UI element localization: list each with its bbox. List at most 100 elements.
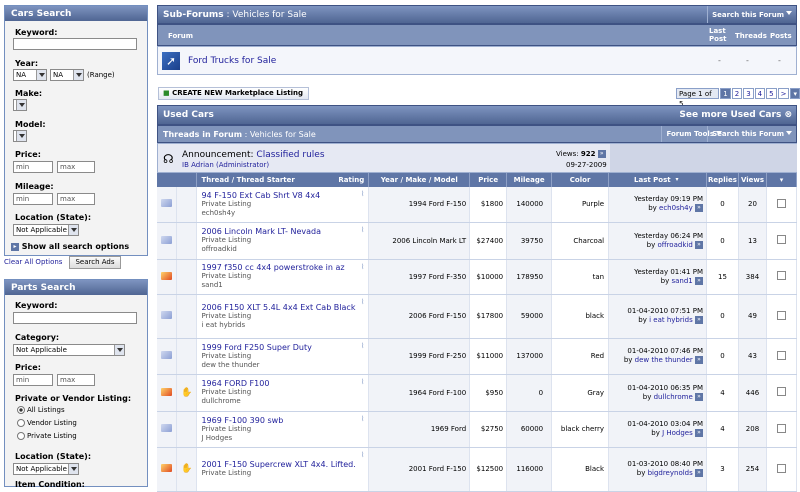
- price-max-input[interactable]: max: [57, 161, 95, 173]
- clear-all-options-link[interactable]: Clear All Options: [4, 258, 62, 266]
- go-last-post-icon[interactable]: »: [695, 469, 703, 477]
- last-post-author[interactable]: bigdreynolds: [648, 469, 693, 477]
- go-last-post-icon[interactable]: »: [695, 429, 703, 437]
- go-last-post-icon[interactable]: »: [695, 392, 703, 401]
- replies[interactable]: 4: [706, 411, 739, 448]
- page-next[interactable]: >: [777, 88, 790, 99]
- page-4[interactable]: 4: [754, 88, 766, 99]
- model-select[interactable]: [13, 130, 27, 142]
- col-color[interactable]: Color: [551, 173, 610, 187]
- go-icon[interactable]: »: [597, 150, 606, 158]
- thread-status-icon: [161, 235, 173, 244]
- col-replies[interactable]: Replies: [706, 173, 739, 187]
- row-checkbox[interactable]: [776, 387, 786, 396]
- collapse-icon[interactable]: ⊗: [784, 110, 792, 120]
- last-post-author[interactable]: ech0sh4y: [659, 204, 693, 212]
- col-price[interactable]: Price: [469, 173, 508, 187]
- replies[interactable]: 4: [706, 374, 739, 412]
- threads-crumb[interactable]: Vehicles for Sale: [250, 130, 316, 139]
- mileage-max-input[interactable]: max: [57, 193, 95, 205]
- go-last-post-icon[interactable]: »: [695, 240, 703, 249]
- col-rating[interactable]: Rating: [338, 176, 368, 184]
- year-to-select[interactable]: NA: [50, 69, 84, 81]
- last-post-author[interactable]: offroadkid: [657, 241, 692, 249]
- parts-keyword-input[interactable]: [13, 312, 137, 324]
- thread-starter[interactable]: i eat hybrids: [201, 321, 364, 330]
- replies[interactable]: 3: [706, 447, 739, 492]
- thread-title-link[interactable]: 1969 F-100 390 swb: [201, 416, 364, 425]
- select-all-menu-icon[interactable]: ▾: [766, 173, 798, 187]
- thread-starter[interactable]: ech0sh4y: [201, 209, 364, 218]
- page-1[interactable]: 1: [720, 88, 731, 99]
- keyword-input[interactable]: [13, 38, 137, 50]
- go-last-post-icon[interactable]: »: [695, 276, 703, 285]
- page-3[interactable]: 3: [743, 88, 754, 99]
- row-checkbox[interactable]: [776, 350, 786, 360]
- thread-starter[interactable]: offroadkid: [201, 245, 364, 254]
- col-thread[interactable]: Thread / Thread Starter Rating: [196, 173, 370, 187]
- col-ymm[interactable]: Year / Make / Model: [368, 173, 471, 187]
- go-last-post-icon[interactable]: »: [695, 316, 703, 324]
- page-5[interactable]: 5: [766, 88, 777, 99]
- threads-search-button[interactable]: Search this Forum: [707, 126, 796, 142]
- last-post-author[interactable]: dew the thunder: [635, 356, 693, 364]
- thread-title-link[interactable]: 94 F-150 Ext Cab Shrt V8 4x4: [201, 191, 364, 200]
- create-listing-button[interactable]: ■ CREATE NEW Marketplace Listing: [158, 87, 309, 100]
- last-post-author[interactable]: i eat hybrids: [649, 316, 693, 324]
- row-checkbox[interactable]: [776, 310, 786, 320]
- year-make-model: 2006 Ford F-150: [368, 294, 471, 339]
- mileage-min-input[interactable]: min: [13, 193, 53, 205]
- location-select[interactable]: Not Applicable: [13, 224, 79, 236]
- replies[interactable]: 0: [706, 294, 739, 339]
- row-checkbox[interactable]: [776, 463, 786, 473]
- thread-title-link[interactable]: 1999 Ford F250 Super Duty: [201, 343, 364, 352]
- last-post-author[interactable]: dullchrome: [654, 393, 693, 401]
- thread-starter[interactable]: sand1: [201, 281, 364, 290]
- radio-all-listings[interactable]: All Listings: [17, 406, 65, 414]
- row-checkbox[interactable]: [776, 423, 786, 433]
- thread-starter[interactable]: J Hodges: [201, 434, 364, 443]
- subforums-crumb[interactable]: Vehicles for Sale: [232, 10, 306, 20]
- thread-title-link[interactable]: 2006 Lincoln Mark LT- Nevada: [201, 227, 364, 236]
- page-jump-icon[interactable]: ▾: [790, 88, 800, 99]
- col-views[interactable]: Views: [738, 173, 767, 187]
- go-last-post-icon[interactable]: »: [695, 204, 703, 213]
- last-post-author[interactable]: J Hodges: [662, 429, 693, 437]
- row-checkbox[interactable]: [776, 235, 786, 244]
- thread-title-link[interactable]: 2001 F-150 Supercrew XLT 4x4. Lifted.: [201, 460, 364, 469]
- col-last-post-sort[interactable]: Last Post ▾: [608, 173, 707, 187]
- thread-title-link[interactable]: 2006 F150 XLT 5.4L 4x4 Ext Cab Black: [201, 303, 364, 312]
- radio-vendor-listing[interactable]: Vendor Listing: [17, 419, 77, 427]
- replies[interactable]: 0: [706, 222, 739, 260]
- category-select[interactable]: Not Applicable: [13, 344, 125, 356]
- page-2[interactable]: 2: [731, 88, 743, 99]
- radio-private-listing[interactable]: Private Listing: [17, 432, 77, 440]
- subforum-link[interactable]: Ford Trucks for Sale: [188, 56, 276, 66]
- replies[interactable]: 0: [706, 338, 739, 375]
- announcement-title[interactable]: Classified rules: [256, 150, 324, 160]
- see-more-link[interactable]: See more Used Cars ⊗: [679, 110, 792, 120]
- parts-location-select[interactable]: Not Applicable: [13, 463, 79, 475]
- replies[interactable]: 15: [706, 259, 739, 295]
- subforums-search-button[interactable]: Search this Forum: [707, 6, 796, 23]
- col-mileage[interactable]: Mileage: [506, 173, 553, 187]
- replies[interactable]: 0: [706, 187, 739, 223]
- mileage: 116000: [506, 447, 553, 492]
- announcement-author[interactable]: IB Adrian (Administrator): [182, 161, 269, 169]
- year-from-select[interactable]: NA: [13, 69, 47, 81]
- thread-starter[interactable]: dew the thunder: [201, 361, 364, 370]
- row-checkbox[interactable]: [776, 271, 786, 280]
- show-all-options[interactable]: ▸ Show all search options: [11, 242, 129, 251]
- thread-title-link[interactable]: 1997 f350 cc 4x4 powerstroke in az: [201, 263, 364, 272]
- make-select[interactable]: [13, 99, 27, 111]
- search-ads-button[interactable]: Search Ads: [69, 256, 121, 269]
- thread-starter[interactable]: dullchrome: [201, 397, 364, 406]
- last-post-author[interactable]: sand1: [671, 277, 692, 285]
- sort-icon[interactable]: ▾: [673, 176, 682, 184]
- price-min-input[interactable]: min: [13, 161, 53, 173]
- thread-title-link[interactable]: 1964 FORD F100: [201, 379, 364, 388]
- parts-price-min-input[interactable]: min: [13, 374, 53, 386]
- row-checkbox[interactable]: [776, 198, 786, 208]
- parts-price-max-input[interactable]: max: [57, 374, 95, 386]
- go-last-post-icon[interactable]: »: [695, 356, 703, 364]
